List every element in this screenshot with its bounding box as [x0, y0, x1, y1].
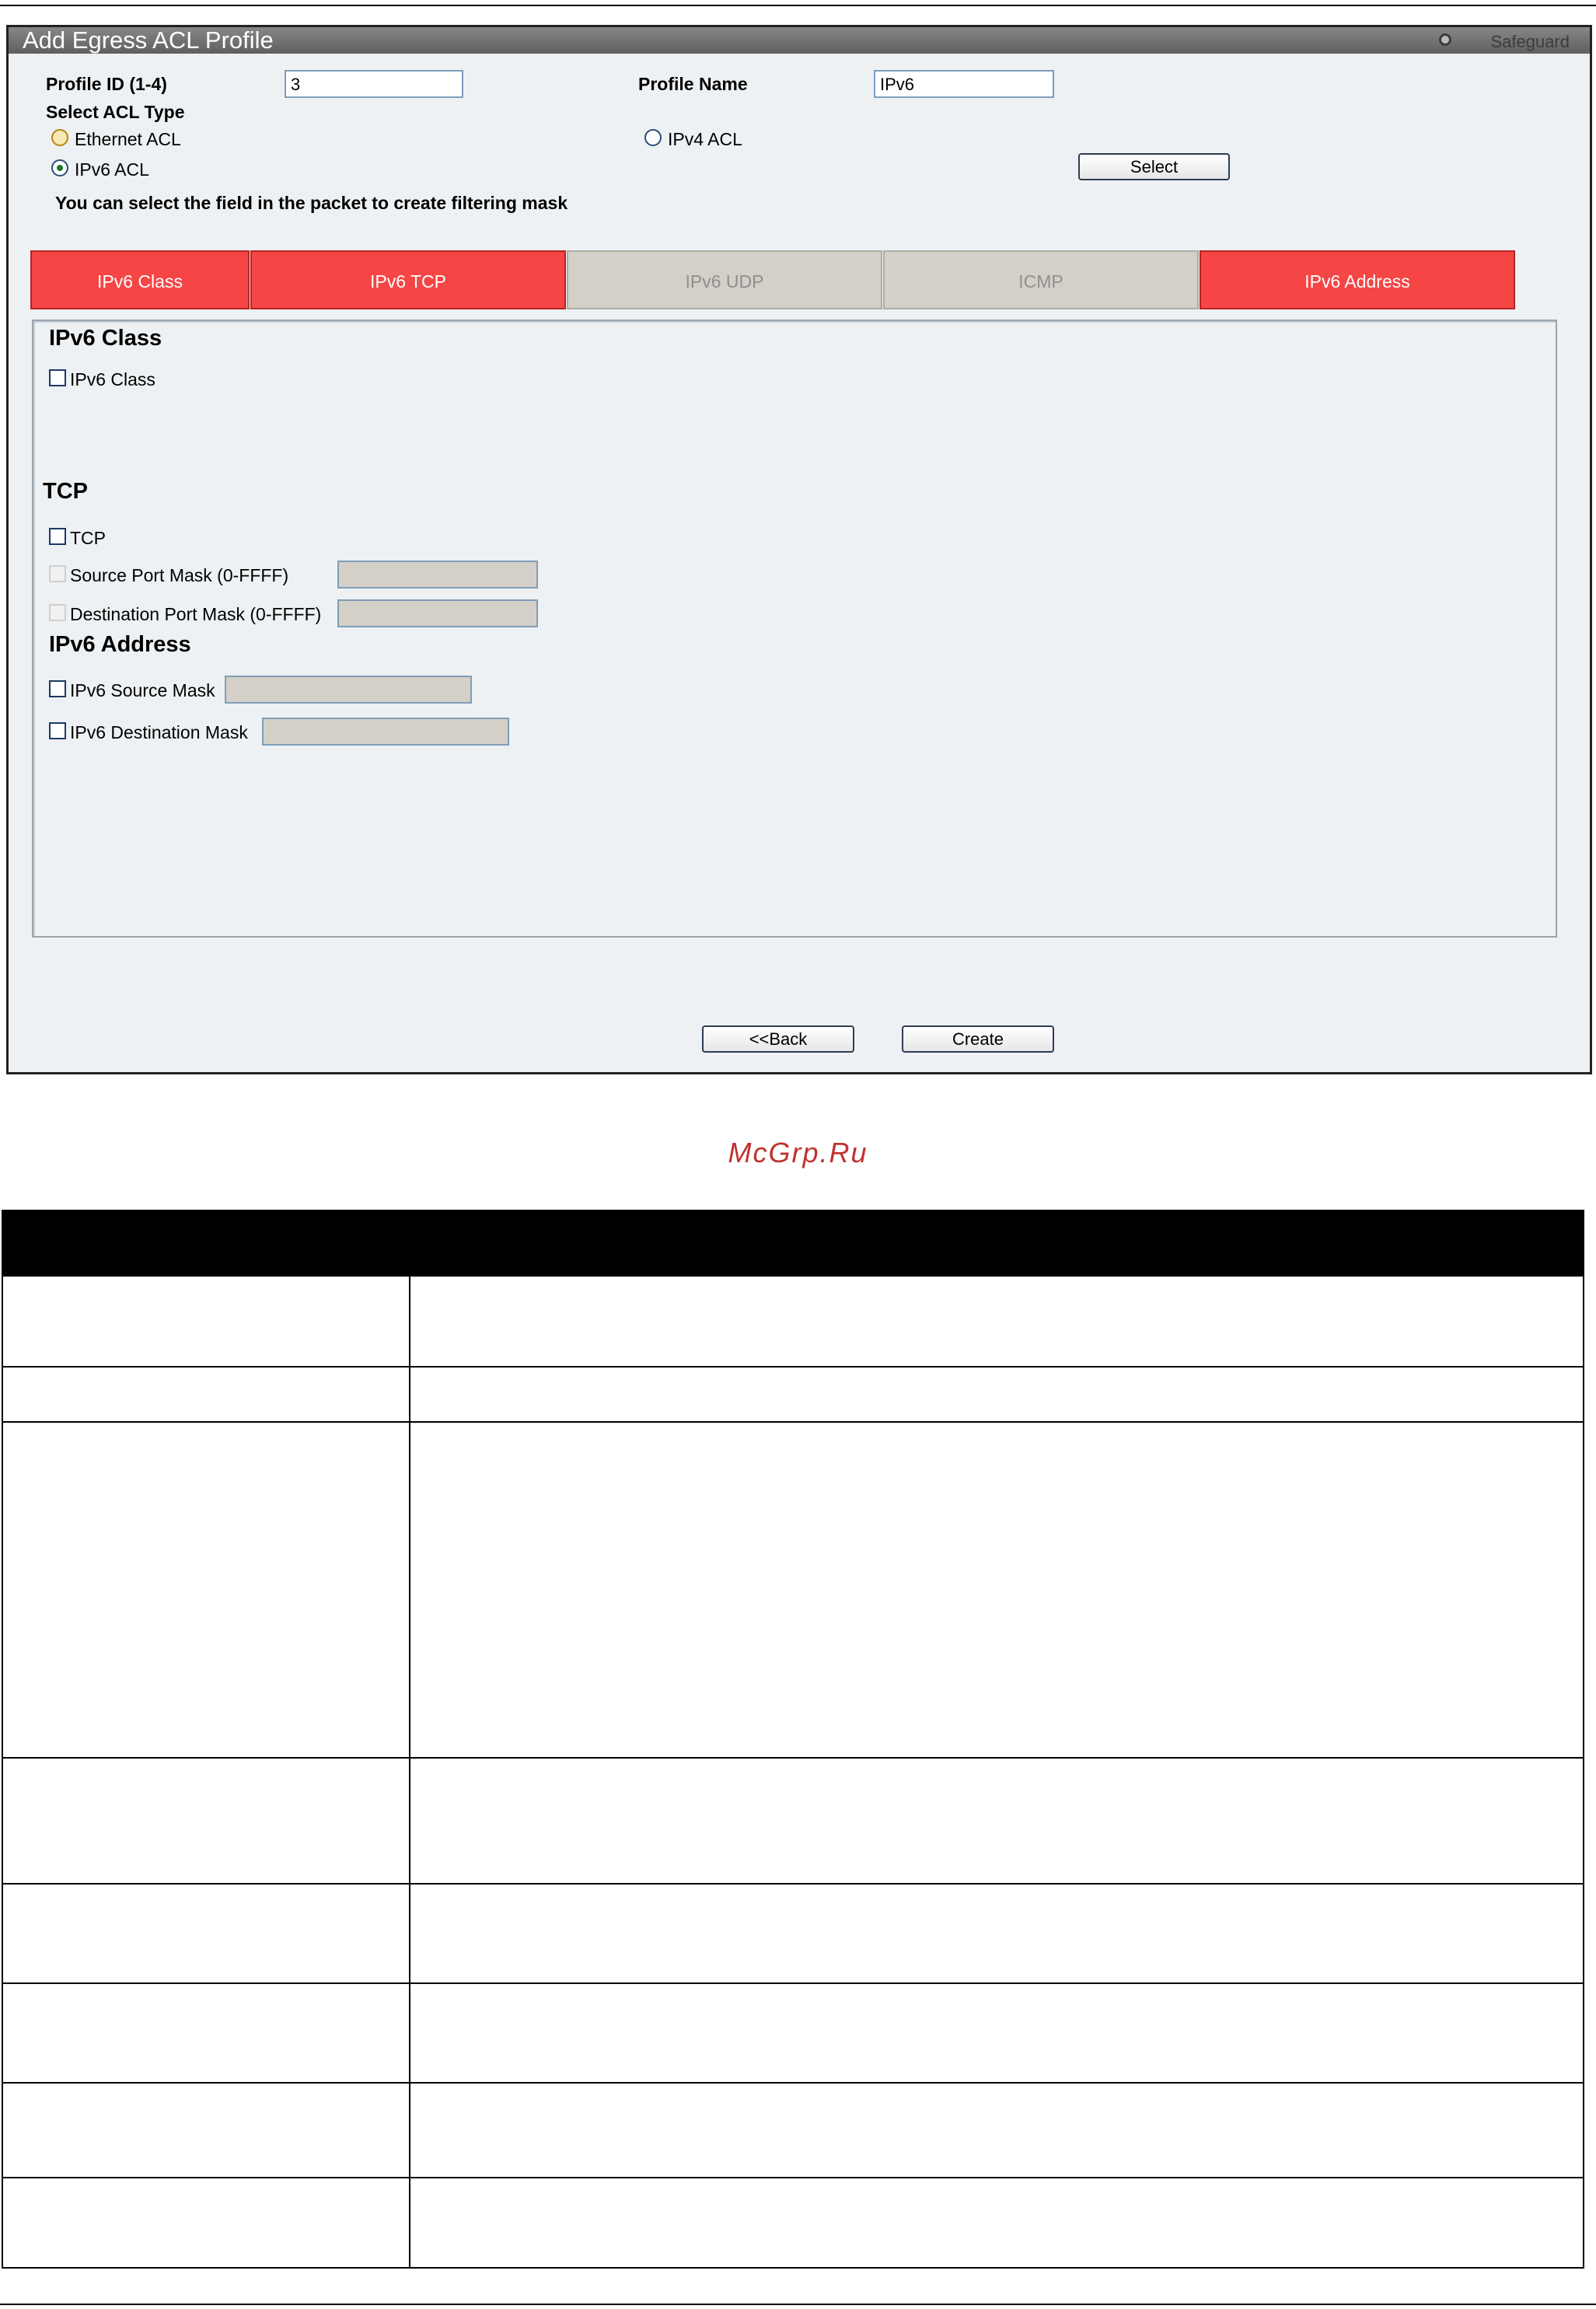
- create-button[interactable]: Create: [902, 1025, 1054, 1053]
- table-cell: [409, 1421, 1584, 1759]
- mask-panel: IPv6 Class IPv6 Class TCP TCP Source Por…: [32, 320, 1557, 938]
- top-rule: [0, 5, 1596, 6]
- table-cell: [2, 1982, 410, 2084]
- title-bar: Add Egress ACL Profile Safeguard: [9, 26, 1590, 54]
- ipv6-class-checkbox-label: IPv6 Class: [70, 369, 155, 389]
- destination-port-mask-label: Destination Port Mask (0-FFFF): [70, 604, 322, 624]
- ipv6-address-heading: IPv6 Address: [49, 632, 191, 657]
- tab-icmp: ICMP: [883, 250, 1199, 309]
- acl-profile-window: Add Egress ACL Profile Safeguard Profile…: [6, 25, 1592, 1074]
- table-cell: [409, 1982, 1584, 2084]
- table-cell: [409, 1275, 1584, 1368]
- profile-name-input[interactable]: IPv6: [874, 70, 1054, 98]
- source-port-mask-input: [337, 561, 538, 589]
- ipv6-source-mask-input: [225, 676, 472, 704]
- ipv4-acl-radio[interactable]: [644, 129, 662, 146]
- tab-ipv6-address[interactable]: IPv6 Address: [1200, 250, 1515, 309]
- ipv4-acl-label: IPv4 ACL: [668, 129, 742, 149]
- table-row: [2, 1421, 1584, 1759]
- tab-ipv6-tcp[interactable]: IPv6 TCP: [250, 250, 566, 309]
- watermark: McGrp.Ru: [728, 1137, 868, 1168]
- table-header-cell: [409, 1210, 1584, 1277]
- table-cell: [2, 1757, 410, 1885]
- tab-ipv6-class[interactable]: IPv6 Class: [30, 250, 250, 309]
- table-cell: [2, 1421, 410, 1759]
- profile-id-input[interactable]: 3: [285, 70, 463, 98]
- window-title: Add Egress ACL Profile: [23, 26, 274, 54]
- table-row: [2, 1275, 1584, 1368]
- ipv6-destination-mask-checkbox[interactable]: [49, 722, 66, 739]
- safeguard-label: Safeguard: [1490, 32, 1570, 51]
- safeguard-icon: [1439, 33, 1451, 46]
- table-cell: [2, 2082, 410, 2178]
- tcp-checkbox-label: TCP: [70, 528, 106, 548]
- table-row: [2, 1757, 1584, 1885]
- destination-port-mask-input: [337, 599, 538, 627]
- bottom-rule: [0, 2304, 1596, 2305]
- tcp-checkbox[interactable]: [49, 528, 66, 545]
- ipv6-destination-mask-input: [262, 718, 509, 746]
- tab-ipv6-udp: IPv6 UDP: [567, 250, 882, 309]
- table-cell: [409, 1757, 1584, 1885]
- table-cell: [409, 1366, 1584, 1423]
- ipv6-source-mask-label: IPv6 Source Mask: [70, 680, 215, 700]
- ipv6-acl-radio[interactable]: [51, 159, 68, 176]
- back-button[interactable]: <<Back: [702, 1025, 854, 1053]
- ipv6-acl-label: IPv6 ACL: [75, 159, 149, 180]
- description-table: [2, 1210, 1584, 2269]
- profile-id-label: Profile ID (1-4): [46, 74, 167, 94]
- ipv6-destination-mask-label: IPv6 Destination Mask: [70, 722, 248, 742]
- ethernet-acl-radio[interactable]: [51, 129, 68, 146]
- ethernet-acl-label: Ethernet ACL: [75, 129, 181, 149]
- ipv6-class-heading: IPv6 Class: [49, 326, 162, 351]
- source-port-mask-checkbox: [49, 565, 66, 582]
- table-row: [2, 1366, 1584, 1423]
- table-cell: [2, 1275, 410, 1368]
- table-header-row: [2, 1210, 1584, 1277]
- profile-name-label: Profile Name: [638, 74, 748, 94]
- source-port-mask-label: Source Port Mask (0-FFFF): [70, 565, 289, 585]
- filter-hint: You can select the field in the packet t…: [55, 193, 568, 213]
- table-cell: [2, 2177, 410, 2269]
- table-row: [2, 1982, 1584, 2084]
- table-cell: [2, 1366, 410, 1423]
- tcp-heading: TCP: [43, 479, 88, 504]
- destination-port-mask-checkbox: [49, 604, 66, 621]
- select-button[interactable]: Select: [1078, 153, 1230, 180]
- table-cell: [409, 1883, 1584, 1984]
- select-acl-type-label: Select ACL Type: [46, 102, 185, 122]
- table-cell: [409, 2177, 1584, 2269]
- table-cell: [409, 2082, 1584, 2178]
- table-row: [2, 2177, 1584, 2269]
- ipv6-source-mask-checkbox[interactable]: [49, 680, 66, 697]
- table-header-cell: [2, 1210, 410, 1277]
- table-row: [2, 2082, 1584, 2178]
- table-row: [2, 1883, 1584, 1984]
- table-cell: [2, 1883, 410, 1984]
- ipv6-class-checkbox[interactable]: [49, 369, 66, 386]
